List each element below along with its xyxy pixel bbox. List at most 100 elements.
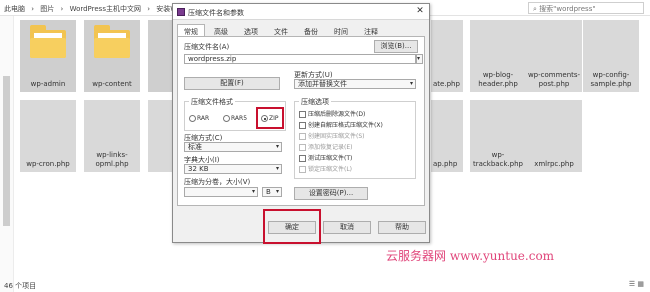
options-groupbox: 压缩选项 压缩后删除源文件(D) 创建自解压格式压缩文件(X) 创建固实压缩文件… xyxy=(294,97,416,179)
method-select[interactable]: 标准 ▾ xyxy=(184,142,282,152)
archive-dialog: 压缩文件名和参数 ✕ 常规 高级 选项 文件 备份 时间 注释 压缩文件名(A)… xyxy=(172,3,430,244)
archive-name-dropdown[interactable]: ▾ xyxy=(416,54,423,64)
scrollbar-thumb[interactable] xyxy=(3,76,10,226)
split-unit: B xyxy=(266,188,271,196)
nav-pane xyxy=(0,16,14,292)
tile-label: wp-config-sample.php xyxy=(590,71,632,88)
tile-label: wp-admin xyxy=(30,80,66,88)
folder-icon xyxy=(30,25,66,58)
checkbox-box xyxy=(299,122,306,129)
set-password-button[interactable]: 设置密码(P)... xyxy=(294,187,368,200)
tab-general[interactable]: 常规 xyxy=(177,24,205,36)
checkbox-box xyxy=(299,166,306,173)
checkbox-recovery[interactable]: 添加恢复记录(E) xyxy=(299,142,352,151)
radio-dot xyxy=(189,115,196,122)
tab-options[interactable]: 选项 xyxy=(237,24,265,36)
status-bar-count: 46 个项目 xyxy=(4,282,37,290)
view-toggle-icons[interactable]: ☰ ▦ xyxy=(629,280,644,288)
tile-label: wp-cron.php xyxy=(26,160,70,168)
file-tile-partial[interactable] xyxy=(148,100,172,172)
dialog-title: 压缩文件名和参数 xyxy=(188,9,244,17)
checkbox-label: 创建自解压格式压缩文件(X) xyxy=(308,122,383,129)
breadcrumb-item[interactable]: 图片 xyxy=(40,5,54,13)
file-tile-wp-blog-header[interactable]: wp-blog-header.php xyxy=(470,20,526,92)
dialog-titlebar[interactable]: 压缩文件名和参数 ✕ xyxy=(173,4,429,20)
file-tile-partial[interactable]: ate.php xyxy=(431,20,463,92)
checkbox-box xyxy=(299,155,306,162)
update-mode-value: 添加并替换文件 xyxy=(298,80,347,88)
breadcrumb-item[interactable]: 此电脑 xyxy=(4,5,25,13)
config-button[interactable]: 配置(F) xyxy=(184,77,280,90)
browse-button[interactable]: 浏览(B)... xyxy=(374,40,418,53)
radio-rar5[interactable]: RAR5 xyxy=(223,115,247,122)
checkbox-label: 创建固实压缩文件(S) xyxy=(308,133,365,140)
help-button[interactable]: 帮助 xyxy=(378,221,426,234)
search-input[interactable]: ⌕ 搜索"wordpress" xyxy=(528,2,644,14)
chevron-down-icon: ▾ xyxy=(275,188,279,195)
watermark-text: 云服务器网 www.yuntue.com xyxy=(386,249,555,263)
checkbox-lock[interactable]: 锁定压缩文件(L) xyxy=(299,164,352,173)
tab-backup[interactable]: 备份 xyxy=(297,24,325,36)
file-tile-wp-comments-post[interactable]: wp-comments-post.php xyxy=(526,20,582,92)
tab-time[interactable]: 时间 xyxy=(327,24,355,36)
file-tile-wp-links-opml[interactable]: wp-links-opml.php xyxy=(84,100,140,172)
tile-label: ap.php xyxy=(433,160,458,168)
cancel-button[interactable]: 取消 xyxy=(323,221,371,234)
radio-label: RAR xyxy=(197,115,210,122)
folder-tile-partial[interactable] xyxy=(148,20,172,92)
checkbox-box xyxy=(299,133,306,140)
update-mode-select[interactable]: 添加并替换文件 ▾ xyxy=(294,79,416,89)
checkbox-test[interactable]: 测试压缩文件(T) xyxy=(299,153,352,162)
breadcrumb[interactable]: 此电脑 › 图片 › WordPress主机中文网 › 安装W xyxy=(4,4,181,14)
ok-highlight-box xyxy=(263,209,321,244)
chevron-down-icon: ▾ xyxy=(409,80,413,87)
chevron-down-icon: ▾ xyxy=(275,165,279,172)
breadcrumb-separator: › xyxy=(147,5,151,13)
checkbox-delete-source[interactable]: 压缩后删除源文件(D) xyxy=(299,109,365,118)
archive-name-field[interactable]: wordpress.zip xyxy=(184,54,416,64)
tile-label: wp-links-opml.php xyxy=(95,151,129,168)
tile-label: ate.php xyxy=(433,80,460,88)
tile-label: xmlrpc.php xyxy=(534,160,574,168)
breadcrumb-separator: › xyxy=(60,5,64,13)
options-group-title: 压缩选项 xyxy=(299,97,331,107)
dict-select[interactable]: 32 KB ▾ xyxy=(184,164,282,174)
file-tile-wp-cron[interactable]: wp-cron.php xyxy=(20,100,76,172)
search-placeholder: 搜索"wordpress" xyxy=(539,5,596,13)
general-panel: 压缩文件名(A) 浏览(B)... wordpress.zip ▾ 更新方式(U… xyxy=(177,36,425,206)
screenshot-root: 此电脑 › 图片 › WordPress主机中文网 › 安装W ⌕ 搜索"wor… xyxy=(0,0,650,292)
dict-value: 32 KB xyxy=(188,165,209,173)
breadcrumb-item[interactable]: WordPress主机中文网 xyxy=(70,5,141,13)
file-tile-partial[interactable]: ap.php xyxy=(431,100,463,172)
checkbox-box xyxy=(299,144,306,151)
file-tile-xmlrpc[interactable]: xmlrpc.php xyxy=(526,100,582,172)
tab-advanced[interactable]: 高级 xyxy=(207,24,235,36)
file-tile-wp-config-sample[interactable]: wp-config-sample.php xyxy=(583,20,639,92)
split-unit-select[interactable]: B ▾ xyxy=(262,187,282,197)
checkbox-sfx[interactable]: 创建自解压格式压缩文件(X) xyxy=(299,120,383,129)
file-tile-wp-trackback[interactable]: wp-trackback.php xyxy=(470,100,526,172)
archive-name-label: 压缩文件名(A) xyxy=(184,43,230,51)
split-size-select[interactable]: ▾ xyxy=(184,187,258,197)
zip-highlight-box xyxy=(256,107,284,129)
tile-label: wp-comments-post.php xyxy=(527,71,581,88)
folder-tile-wp-admin[interactable]: wp-admin xyxy=(20,20,76,92)
radio-rar[interactable]: RAR xyxy=(189,115,209,122)
checkbox-label: 锁定压缩文件(L) xyxy=(308,166,353,173)
tile-label: wp-content xyxy=(92,80,132,88)
checkbox-label: 添加恢复记录(E) xyxy=(308,144,353,151)
tab-files[interactable]: 文件 xyxy=(267,24,295,36)
tab-comment[interactable]: 注释 xyxy=(357,24,385,36)
checkbox-label: 压缩后删除源文件(D) xyxy=(308,111,366,118)
dialog-tabs: 常规 高级 选项 文件 备份 时间 注释 xyxy=(177,24,387,36)
breadcrumb-separator: › xyxy=(31,5,35,13)
radio-label: RAR5 xyxy=(231,115,248,122)
checkbox-box xyxy=(299,111,306,118)
radio-dot xyxy=(223,115,230,122)
folder-tile-wp-content[interactable]: wp-content xyxy=(84,20,140,92)
chevron-down-icon: ▾ xyxy=(275,143,279,150)
close-icon[interactable]: ✕ xyxy=(415,6,425,16)
chevron-down-icon: ▾ xyxy=(416,55,420,62)
checkbox-solid[interactable]: 创建固实压缩文件(S) xyxy=(299,131,365,140)
chevron-down-icon: ▾ xyxy=(251,188,255,195)
